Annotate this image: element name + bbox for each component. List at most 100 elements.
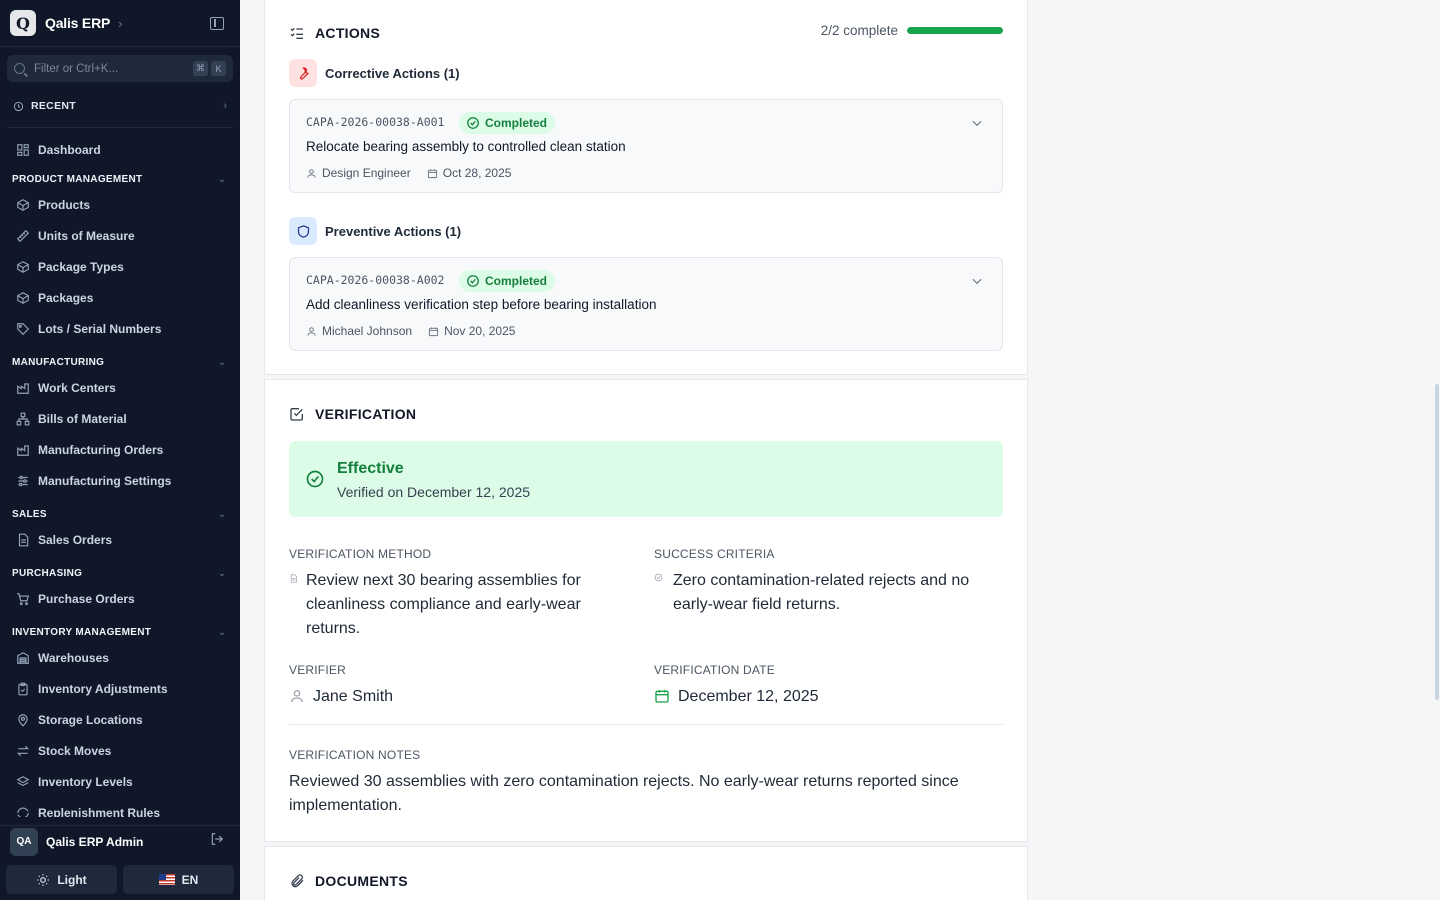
document-icon [16, 533, 30, 547]
date-value: December 12, 2025 [678, 688, 819, 705]
sidebar-item-label: Purchase Orders [38, 591, 135, 606]
language-label: EN [181, 872, 199, 887]
action-item[interactable]: CAPA-2026-00038-A002 Completed Add clean… [289, 257, 1003, 351]
sidebar-item-manufacturing-settings[interactable]: Manufacturing Settings [0, 465, 240, 496]
sidebar-item-label: Warehouses [38, 650, 109, 665]
user-icon [291, 690, 303, 703]
sidebar-item-label: Dashboard [38, 142, 101, 157]
sidebar-item-products[interactable]: Products [0, 189, 240, 220]
arrows-left-right-icon [16, 744, 30, 758]
user-icon [307, 326, 316, 336]
verification-result-sub: Verified on December 12, 2025 [337, 484, 531, 500]
action-title: Relocate bearing assembly to controlled … [306, 139, 626, 154]
target-icon [654, 573, 663, 582]
sidebar-item-label: Manufacturing Orders [38, 442, 164, 457]
theme-label: Light [57, 872, 87, 887]
section-manufacturing[interactable]: MANUFACTURING ⌄ [0, 352, 240, 372]
package-icon [16, 291, 30, 305]
sidebar-item-units-of-measure[interactable]: Units of Measure [0, 220, 240, 251]
action-meta: Design Engineer Oct 28, 2025 [306, 166, 527, 180]
sidebar-nav: Dashboard PRODUCT MANAGEMENT ⌄ Products … [0, 134, 240, 817]
scrollbar[interactable] [1434, 0, 1440, 900]
documents-card: DOCUMENTS [264, 846, 1028, 900]
keyboard-shortcut: ⌘ K [193, 61, 226, 76]
documents-header: DOCUMENTS [289, 873, 408, 889]
recent-toggle[interactable]: RECENT › [7, 95, 233, 117]
sidebar-item-dashboard[interactable]: Dashboard [0, 134, 240, 165]
section-sales[interactable]: SALES ⌄ [0, 504, 240, 524]
clock-icon [13, 101, 24, 111]
scrollbar-thumb[interactable] [1435, 384, 1439, 700]
chevron-right-icon[interactable]: › [118, 16, 122, 31]
clipboard-check-icon [16, 682, 30, 696]
package-icon [16, 198, 30, 212]
theme-toggle-button[interactable]: Light [6, 865, 117, 894]
chevron-down-icon[interactable] [970, 116, 984, 130]
sidebar-item-bills-of-material[interactable]: Bills of Material [0, 403, 240, 434]
sidebar-item-label: Storage Locations [38, 712, 143, 727]
sidebar-item-replenishment-rules[interactable]: Replenishment Rules [0, 797, 240, 817]
cart-icon [16, 592, 30, 606]
footer-buttons: Light EN [6, 865, 234, 894]
refresh-icon [16, 806, 30, 817]
us-flag-icon [158, 874, 175, 885]
sidebar-divider [7, 127, 233, 128]
chevron-right-icon: › [223, 100, 227, 112]
sidebar-item-storage-locations[interactable]: Storage Locations [0, 704, 240, 735]
sidebar-item-lots-serial-numbers[interactable]: Lots / Serial Numbers [0, 313, 240, 344]
progress-text: 2/2 complete [820, 23, 898, 38]
sidebar-item-label: Replenishment Rules [38, 805, 161, 818]
sidebar-item-purchase-orders[interactable]: Purchase Orders [0, 583, 240, 614]
action-item[interactable]: CAPA-2026-00038-A001 Completed Relocate … [289, 99, 1003, 193]
date-label: VERIFICATION DATE [654, 663, 775, 677]
sidebar-item-packages[interactable]: Packages [0, 282, 240, 313]
sidebar-item-manufacturing-orders[interactable]: Manufacturing Orders [0, 434, 240, 465]
chevron-down-icon[interactable] [970, 274, 984, 288]
section-label: MANUFACTURING [12, 356, 105, 368]
calendar-icon [428, 326, 439, 336]
verification-card: VERIFICATION Effective Verified on Decem… [264, 379, 1028, 842]
sidebar-item-stock-moves[interactable]: Stock Moves [0, 735, 240, 766]
logout-icon[interactable] [210, 832, 224, 851]
map-pin-icon [16, 713, 30, 727]
command-key: ⌘ [193, 61, 208, 76]
section-inventory-management[interactable]: INVENTORY MANAGEMENT ⌄ [0, 622, 240, 642]
filter-input[interactable] [34, 62, 184, 75]
app-name[interactable]: Qalis ERP [45, 15, 110, 31]
method-value: Review next 30 bearing assemblies for cl… [306, 572, 581, 637]
verification-result-banner: Effective Verified on December 12, 2025 [289, 441, 1003, 517]
chevron-down-icon: ⌄ [218, 567, 226, 578]
sliders-icon [16, 474, 30, 488]
sidebar-item-label: Sales Orders [38, 532, 113, 547]
sidebar-item-warehouses[interactable]: Warehouses [0, 642, 240, 673]
section-purchasing[interactable]: PURCHASING ⌄ [0, 563, 240, 583]
sidebar-item-label: Lots / Serial Numbers [38, 321, 162, 336]
actions-header: ACTIONS [289, 25, 380, 41]
list-checks-icon [290, 27, 303, 39]
verification-header: VERIFICATION [289, 406, 416, 422]
app-logo[interactable]: Q [10, 10, 36, 36]
sidebar-item-label: Products [38, 197, 91, 212]
avatar[interactable]: QA [10, 827, 38, 856]
search-icon [14, 63, 25, 74]
dashboard-icon [16, 143, 30, 157]
square-check-icon [290, 408, 303, 421]
user-icon [307, 168, 316, 178]
ruler-icon [16, 229, 30, 243]
section-product-management[interactable]: PRODUCT MANAGEMENT ⌄ [0, 169, 240, 189]
actions-card: ACTIONS 2/2 complete Corrective Actions … [264, 0, 1028, 375]
chevron-down-icon: ⌄ [218, 626, 226, 637]
sidebar-item-work-centers[interactable]: Work Centers [0, 372, 240, 403]
chevron-down-icon: ⌄ [218, 173, 226, 184]
status-badge: Completed [459, 112, 556, 134]
action-owner: Michael Johnson [322, 324, 413, 338]
sidebar-item-sales-orders[interactable]: Sales Orders [0, 524, 240, 555]
sidebar-collapse-icon[interactable] [210, 16, 224, 30]
sidebar-item-package-types[interactable]: Package Types [0, 251, 240, 282]
language-button[interactable]: EN [123, 865, 234, 894]
sidebar-item-inventory-levels[interactable]: Inventory Levels [0, 766, 240, 797]
tag-icon [16, 322, 30, 336]
criteria-label: SUCCESS CRITERIA [654, 547, 775, 561]
sidebar-item-inventory-adjustments[interactable]: Inventory Adjustments [0, 673, 240, 704]
k-key: K [211, 61, 226, 76]
